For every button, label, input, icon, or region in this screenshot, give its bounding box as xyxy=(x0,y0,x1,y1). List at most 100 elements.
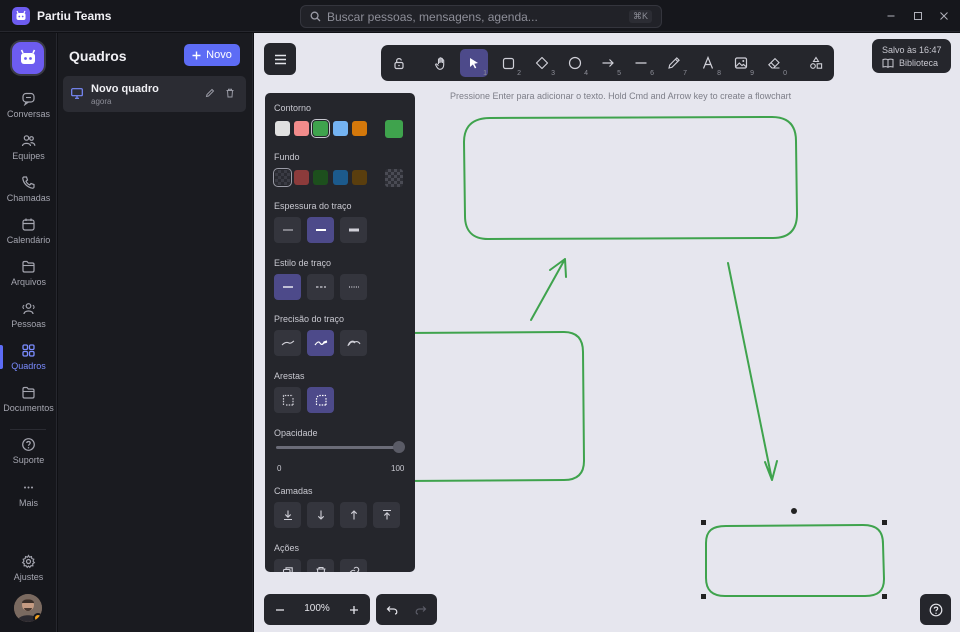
new-board-button[interactable]: Novo xyxy=(184,44,240,66)
edges-round[interactable] xyxy=(307,387,334,413)
stroke-swatch-blue[interactable] xyxy=(333,121,348,136)
library-button[interactable]: Biblioteca xyxy=(882,58,938,68)
nav-item-label: Equipes xyxy=(12,151,45,161)
tool-hand[interactable] xyxy=(427,49,455,77)
new-board-label: Novo xyxy=(206,49,232,61)
bring-to-front-button[interactable] xyxy=(373,502,400,528)
stroke-swatch-orange[interactable] xyxy=(352,121,367,136)
gear-icon xyxy=(21,554,36,569)
sloppiness-cartoonist[interactable] xyxy=(340,330,367,356)
tool-lock[interactable] xyxy=(385,49,413,77)
sloppiness-artist[interactable] xyxy=(307,330,334,356)
round-corner-icon xyxy=(315,394,327,406)
bold-line-icon xyxy=(315,229,326,231)
send-backward-button[interactable] xyxy=(307,502,334,528)
nav-item-label: Documentos xyxy=(3,403,54,413)
tool-text[interactable]: 8 xyxy=(694,49,722,77)
actions-label: Ações xyxy=(274,543,300,553)
drawing-toolbar: 1 2 3 4 5 6 7 8 9 0 xyxy=(381,45,834,81)
nav-item-ajustes[interactable]: Ajustes xyxy=(0,554,57,592)
stroke-style-dashed[interactable] xyxy=(307,274,334,300)
zoom-in-button[interactable] xyxy=(340,594,368,625)
tool-ellipse[interactable]: 4 xyxy=(561,49,589,77)
save-library-panel: Salvo às 16:47 Biblioteca xyxy=(872,39,951,73)
edit-board-button[interactable] xyxy=(205,88,215,98)
fill-swatch-blue[interactable] xyxy=(333,170,348,185)
cursor-icon xyxy=(470,58,478,69)
zoom-level[interactable]: 100% xyxy=(301,603,333,614)
stroke-style-dotted[interactable] xyxy=(340,274,367,300)
search-bar[interactable]: ⌘K xyxy=(300,5,662,28)
minimize-button[interactable] xyxy=(884,9,898,23)
stroke-swatch-red[interactable] xyxy=(294,121,309,136)
nav-item-arquivos[interactable]: Arquivos xyxy=(0,259,57,297)
bring-forward-button[interactable] xyxy=(340,502,367,528)
fill-current-color[interactable] xyxy=(385,169,403,187)
workspace-logo-icon[interactable] xyxy=(12,42,44,74)
close-icon xyxy=(940,12,948,20)
board-list-item[interactable]: Novo quadro agora xyxy=(63,76,246,112)
nav-item-mais[interactable]: Mais xyxy=(0,480,57,518)
link-button[interactable] xyxy=(340,559,367,572)
opacity-max: 100 xyxy=(391,464,405,473)
tool-pencil[interactable]: 7 xyxy=(660,49,688,77)
sloppiness-architect[interactable] xyxy=(274,330,301,356)
tool-line[interactable]: 6 xyxy=(627,49,655,77)
send-to-back-button[interactable] xyxy=(274,502,301,528)
fill-swatch-green[interactable] xyxy=(313,170,328,185)
fill-swatch-red[interactable] xyxy=(294,170,309,185)
stroke-width-thin[interactable] xyxy=(274,217,301,243)
tool-select[interactable]: 1 xyxy=(460,49,488,77)
user-avatar[interactable] xyxy=(14,594,42,622)
delete-element-button[interactable] xyxy=(307,559,334,572)
trash-icon xyxy=(226,88,234,98)
stroke-current-color[interactable] xyxy=(385,120,403,138)
search-input[interactable] xyxy=(327,9,607,25)
edges-sharp[interactable] xyxy=(274,387,301,413)
opacity-slider[interactable] xyxy=(276,446,400,449)
tool-arrow[interactable]: 5 xyxy=(594,49,622,77)
zoom-out-button[interactable] xyxy=(266,594,294,625)
tool-image[interactable]: 9 xyxy=(727,49,755,77)
nav-item-documentos[interactable]: Documentos xyxy=(0,385,57,423)
nav-item-suporte[interactable]: Suporte xyxy=(0,437,57,475)
close-button[interactable] xyxy=(937,9,951,23)
nav-item-conversas[interactable]: Conversas xyxy=(0,91,57,129)
maximize-button[interactable] xyxy=(911,9,925,23)
undo-icon xyxy=(386,605,398,615)
stroke-style-solid[interactable] xyxy=(274,274,301,300)
redo-button[interactable] xyxy=(406,594,436,625)
nav-item-quadros[interactable]: Quadros xyxy=(0,343,57,381)
hamburger-icon xyxy=(274,54,286,64)
library-label: Biblioteca xyxy=(899,58,939,68)
grid-icon xyxy=(22,344,35,357)
lock-icon xyxy=(394,58,404,70)
handle-ne xyxy=(882,520,887,525)
book-icon xyxy=(882,58,894,68)
stroke-width-bold[interactable] xyxy=(307,217,334,243)
tool-diamond[interactable]: 3 xyxy=(528,49,556,77)
stroke-swatch-green[interactable] xyxy=(313,121,328,136)
canvas-menu-button[interactable] xyxy=(264,43,296,75)
whiteboard-canvas[interactable]: 1 2 3 4 5 6 7 8 9 0 Salvo às 16:47 Bibli… xyxy=(254,33,960,632)
nav-item-pessoas[interactable]: Pessoas xyxy=(0,301,57,339)
nav-item-chamadas[interactable]: Chamadas xyxy=(0,175,57,213)
undo-button[interactable] xyxy=(377,594,407,625)
tool-shapes[interactable] xyxy=(802,49,830,77)
fill-swatch-orange[interactable] xyxy=(352,170,367,185)
opacity-label: Opacidade xyxy=(274,428,318,438)
stroke-swatch-white[interactable] xyxy=(275,121,290,136)
tool-rectangle[interactable]: 2 xyxy=(494,49,522,77)
help-button[interactable] xyxy=(920,594,951,625)
arrow-right-icon xyxy=(602,59,614,67)
nav-item-calendario[interactable]: Calendário xyxy=(0,217,57,255)
dashed-line-icon xyxy=(315,286,326,288)
opacity-slider-handle[interactable] xyxy=(393,441,405,453)
stroke-width-extra-bold[interactable] xyxy=(340,217,367,243)
delete-board-button[interactable] xyxy=(225,88,235,98)
tool-eraser[interactable]: 0 xyxy=(760,49,788,77)
fill-swatch-transparent[interactable] xyxy=(275,170,290,185)
duplicate-button[interactable] xyxy=(274,559,301,572)
nav-item-equipes[interactable]: Equipes xyxy=(0,133,57,171)
nav-item-label: Arquivos xyxy=(10,277,46,287)
